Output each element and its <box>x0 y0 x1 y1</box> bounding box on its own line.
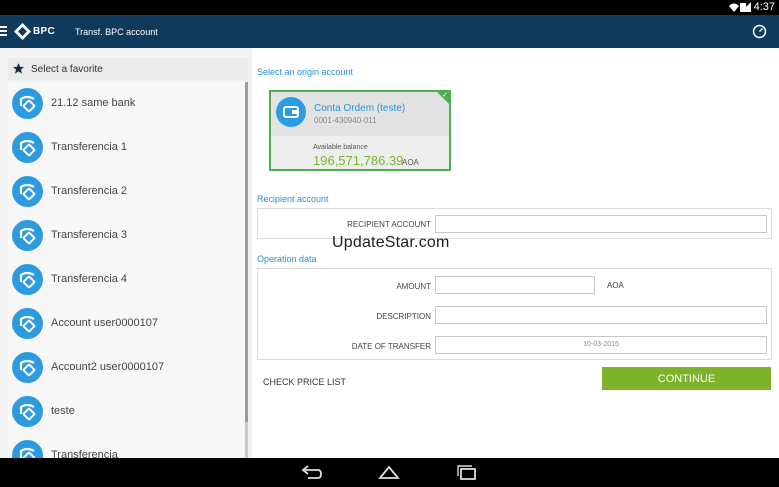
menu-icon[interactable] <box>0 26 7 38</box>
recent-apps-icon[interactable] <box>456 464 478 481</box>
checkmark-icon: ✓ <box>442 92 448 99</box>
amount-currency: AOA <box>607 281 624 290</box>
favorite-name: Transferencia 3 <box>51 229 128 241</box>
back-icon[interactable] <box>300 464 322 481</box>
favorite-name: Account user0000107 <box>51 317 159 329</box>
wallet-icon <box>276 97 306 127</box>
bpc-logo-icon[interactable] <box>14 23 31 40</box>
balance-value: 196,571,786.39 <box>313 153 404 168</box>
check-price-list-link[interactable]: CHECK PRICE LIST <box>263 377 346 387</box>
transfer-avatar-icon <box>12 132 43 163</box>
speedometer-icon[interactable] <box>752 24 767 39</box>
favorite-item[interactable]: Transferencia 3 <box>8 214 244 258</box>
transfer-avatar-icon <box>12 352 43 383</box>
favorite-item[interactable]: Account user0000107 <box>8 302 244 346</box>
origin-account-card[interactable]: Conta Ordem (teste) 0001-430940-011 Avai… <box>269 90 451 171</box>
brand-name: BPC <box>33 26 56 37</box>
transfer-avatar-icon <box>12 308 43 339</box>
favorite-name: Transferencia 4 <box>51 273 128 285</box>
page-title: Transf. BPC account <box>75 27 158 37</box>
transfer-avatar-icon <box>12 440 43 458</box>
home-icon[interactable] <box>378 464 400 481</box>
continue-button[interactable]: CONTINUE <box>602 367 771 390</box>
favorites-scroll-thumb[interactable] <box>245 82 248 422</box>
favorite-item[interactable]: Transferencia 4 <box>8 258 244 302</box>
favorite-item[interactable]: Account2 user0000107 <box>8 346 244 390</box>
transfer-avatar-icon <box>12 176 43 207</box>
operation-box: AMOUNT AOA DESCRIPTION DATE OF TRANSFER … <box>257 268 772 360</box>
transfer-avatar-icon <box>12 396 43 427</box>
app-bar: BPC Transf. BPC account <box>0 15 779 48</box>
favorites-sidebar: Select a favorite 21.12 same bank Transf… <box>0 48 252 458</box>
date-of-transfer-label: DATE OF TRANSFER <box>351 342 431 351</box>
navigation-bar <box>0 458 779 487</box>
favorite-name: Transferencia 2 <box>51 185 128 197</box>
operation-section-title: Operation data <box>257 254 317 264</box>
transfer-avatar-icon <box>12 88 43 119</box>
favorite-name: Transferencia <box>51 449 118 458</box>
favorite-name: teste <box>51 405 75 417</box>
favorite-item[interactable]: 21.12 same bank <box>8 82 244 126</box>
favorite-name: Account2 user0000107 <box>51 361 165 373</box>
amount-label: AMOUNT <box>396 282 431 291</box>
balance-label: Available balance <box>313 144 368 151</box>
favorites-header: Select a favorite <box>8 58 248 80</box>
recipient-section-title: Recipient account <box>257 194 329 204</box>
watermark: UpdateStar.com <box>332 234 450 251</box>
favorite-item[interactable]: Transferencia 2 <box>8 170 244 214</box>
transfer-form: Select an origin account Conta Ordem (te… <box>252 48 779 458</box>
favorite-item[interactable]: Transferencia <box>8 434 244 458</box>
favorites-list[interactable]: 21.12 same bank Transferencia 1 Transfer… <box>8 82 244 458</box>
favorite-name: 21.12 same bank <box>51 97 136 109</box>
battery-icon <box>740 3 746 12</box>
amount-input[interactable] <box>435 276 595 294</box>
recipient-account-input[interactable] <box>435 215 767 233</box>
favorite-item[interactable]: teste <box>8 390 244 434</box>
transfer-avatar-icon <box>12 264 43 295</box>
status-bar: 4:37 <box>0 0 779 15</box>
favorite-item[interactable]: Transferencia 1 <box>8 126 244 170</box>
origin-section-title: Select an origin account <box>257 67 354 77</box>
date-of-transfer-input[interactable]: 10-03-2015 <box>435 336 767 354</box>
account-name: Conta Ordem (teste) <box>314 103 406 114</box>
description-input[interactable] <box>435 306 767 324</box>
favorite-name: Transferencia 1 <box>51 141 128 153</box>
account-number: 0001-430940-011 <box>314 116 377 125</box>
description-label: DESCRIPTION <box>376 312 431 321</box>
balance-currency: AOA <box>402 158 419 167</box>
star-icon <box>13 63 24 74</box>
recipient-account-label: RECIPIENT ACCOUNT <box>347 220 431 229</box>
clock: 4:37 <box>753 1 775 13</box>
wifi-icon <box>729 3 739 12</box>
favorites-header-label: Select a favorite <box>31 64 103 75</box>
transfer-avatar-icon <box>12 220 43 251</box>
